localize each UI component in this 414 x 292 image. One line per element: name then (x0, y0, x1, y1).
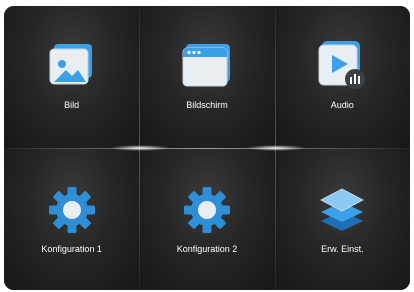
screen-window-icon (181, 38, 233, 90)
osd-menu-panel: Bild Bildschirm Audio Konfiguration 1 Ko… (4, 6, 410, 290)
divider-glow (246, 145, 306, 151)
tile-label: Audio (330, 100, 354, 110)
tile-bild[interactable]: Bild (4, 6, 140, 148)
gear-icon (181, 184, 233, 236)
tile-konfiguration-1[interactable]: Konfiguration 1 (4, 148, 140, 290)
layers-icon (316, 184, 368, 236)
gear-icon (46, 184, 98, 236)
divider-horizontal (4, 148, 410, 149)
tile-audio[interactable]: Audio (274, 6, 410, 148)
picture-icon (46, 38, 98, 90)
tile-label: Konfiguration 2 (176, 244, 238, 254)
divider-glow (110, 145, 170, 151)
tile-konfiguration-2[interactable]: Konfiguration 2 (139, 148, 275, 290)
tile-label: Bild (64, 100, 80, 110)
tile-label: Konfiguration 1 (41, 244, 102, 254)
tile-label: Bildschirm (186, 100, 228, 110)
tile-bildschirm[interactable]: Bildschirm (139, 6, 275, 148)
audio-play-icon (316, 38, 368, 90)
tile-erw-einst[interactable]: Erw. Einst. (274, 148, 410, 290)
tile-label: Erw. Einst. (321, 244, 364, 254)
